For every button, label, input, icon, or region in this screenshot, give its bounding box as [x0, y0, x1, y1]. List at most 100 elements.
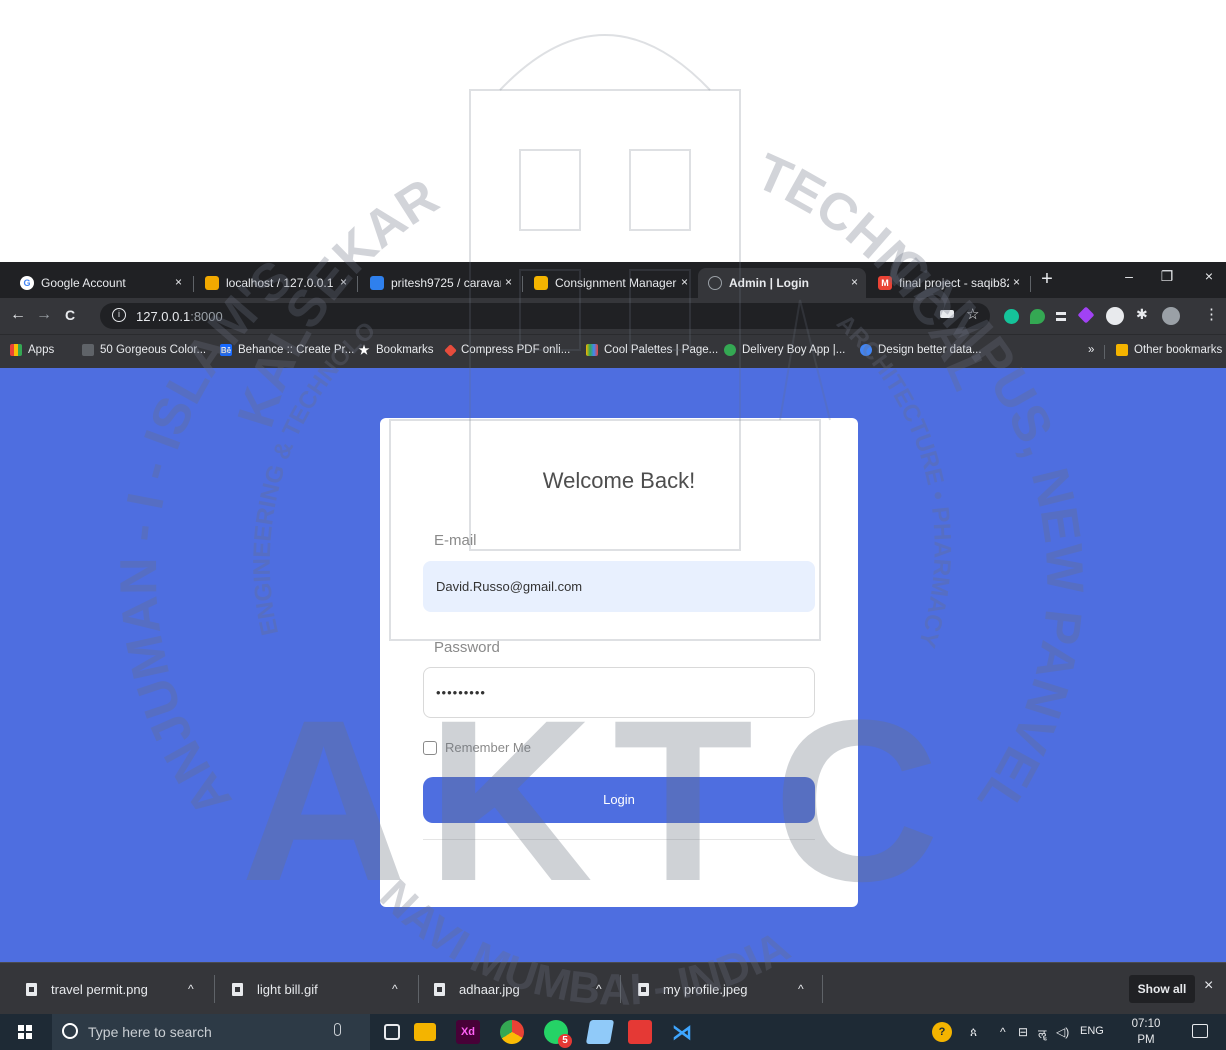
tab-gmail[interactable]: M final project - saqib829 × [868, 268, 1028, 298]
wifi-icon[interactable]: ॡ [1038, 1025, 1046, 1042]
key-icon[interactable] [940, 310, 954, 318]
login-button[interactable]: Login [423, 777, 815, 823]
volume-icon[interactable]: ◁) [1056, 1025, 1069, 1039]
tab-google-account[interactable]: G Google Account × [10, 268, 190, 298]
browser-toolbar: ← → C i 127.0.0.1:8000 ☆ ✱ ⋮ [0, 298, 1226, 334]
downloads-bar: travel permit.png ^ light bill.gif ^ adh… [0, 962, 1226, 1014]
cortana-icon [62, 1023, 78, 1039]
tab-github[interactable]: pritesh9725 / caravan- × [360, 268, 520, 298]
close-icon[interactable]: × [1204, 977, 1213, 995]
file-icon [232, 982, 243, 996]
email-label: E-mail [434, 532, 477, 549]
remember-checkbox[interactable] [423, 740, 437, 755]
avatar[interactable] [1162, 307, 1180, 325]
bookmark-item[interactable]: Delivery Boy App |... [724, 344, 845, 356]
tab-separator [522, 276, 523, 292]
download-item[interactable]: adhaar.jpg ^ [434, 963, 624, 1015]
colorzilla-icon[interactable] [1077, 306, 1095, 324]
login-title: Welcome Back! [542, 468, 696, 493]
clock[interactable]: 07:10 PM 20-09-2020 [1124, 1016, 1168, 1050]
file-icon [26, 982, 37, 996]
microphone-icon[interactable] [334, 1023, 341, 1036]
chevron-up-icon[interactable]: ^ [188, 982, 194, 996]
vscode-icon[interactable]: ⋊ [670, 1020, 694, 1044]
download-item[interactable]: light bill.gif ^ [232, 963, 422, 1015]
star-icon[interactable]: ☆ [966, 305, 981, 323]
action-center-icon[interactable] [1192, 1024, 1208, 1038]
email-field[interactable]: David.Russo@gmail.com [423, 561, 815, 612]
close-icon[interactable]: × [175, 275, 182, 289]
forward-button[interactable]: → [34, 306, 54, 324]
tab-label: pritesh9725 / caravan- [391, 276, 501, 290]
reload-button[interactable]: C [60, 307, 80, 323]
tab-label: Admin | Login [729, 276, 810, 290]
page-viewport: Welcome Back! E-mail David.Russo@gmail.c… [0, 368, 1226, 962]
bookmark-item[interactable]: Cool Palettes | Page... [586, 344, 718, 356]
close-icon[interactable]: × [505, 275, 512, 289]
gmail-icon: M [878, 276, 892, 290]
tab-admin-login[interactable]: Admin | Login × [698, 268, 866, 298]
download-separator [214, 975, 215, 1003]
login-card: Welcome Back! E-mail David.Russo@gmail.c… [380, 418, 858, 907]
tab-separator [1030, 276, 1031, 292]
tab-label: localhost / 127.0.0.1 / l [226, 276, 336, 290]
close-icon[interactable]: × [681, 275, 688, 289]
list-extension-icon[interactable] [1056, 312, 1066, 321]
language-indicator[interactable]: ENG [1080, 1025, 1104, 1037]
taskbar-search[interactable]: Type here to search [52, 1014, 370, 1050]
star-icon: ★ [358, 343, 370, 357]
pin-extension-icon[interactable] [1030, 309, 1045, 324]
close-icon[interactable]: × [851, 275, 858, 289]
puzzle-icon[interactable]: ✱ [1136, 306, 1151, 322]
download-item[interactable]: travel permit.png ^ [26, 963, 216, 1015]
back-button[interactable]: ← [8, 306, 28, 324]
file-icon [638, 982, 649, 996]
bookmark-item[interactable]: 50 Gorgeous Color... [82, 344, 206, 356]
close-icon[interactable]: × [1013, 275, 1020, 289]
bookmark-item[interactable]: Bē Behance :: Create Pr... [220, 344, 354, 356]
grammarly-icon[interactable] [1004, 309, 1019, 324]
help-icon[interactable]: ? [932, 1022, 952, 1042]
file-icon [434, 982, 445, 996]
close-icon[interactable]: × [340, 275, 347, 289]
whatsapp-icon[interactable]: 5 [544, 1020, 572, 1048]
tab-separator [193, 276, 194, 292]
network-icon[interactable]: ⊟ [1018, 1025, 1028, 1039]
bookmark-item[interactable]: Design better data... [860, 344, 982, 356]
download-separator [822, 975, 823, 1003]
chevron-up-icon[interactable]: ^ [798, 982, 804, 996]
adobe-xd-icon[interactable]: Xd [456, 1020, 480, 1044]
restore-button[interactable]: ❐ [1152, 268, 1182, 285]
chevron-up-icon[interactable]: ^ [392, 982, 398, 996]
new-tab-button[interactable]: + [1034, 268, 1060, 291]
bookmark-item[interactable]: ★ Bookmarks [358, 343, 434, 357]
task-view-icon[interactable] [384, 1024, 400, 1040]
password-field[interactable]: ••••••••• [423, 667, 815, 718]
people-icon[interactable]: ጰ [970, 1025, 977, 1040]
design-icon [860, 344, 872, 356]
window-close-button[interactable]: × [1194, 268, 1224, 284]
bookmark-item[interactable]: Compress PDF onli... [444, 343, 570, 357]
notepad-icon[interactable] [585, 1020, 615, 1044]
bookmark-separator [1104, 345, 1105, 359]
f-extension-icon[interactable] [1106, 307, 1124, 325]
download-item[interactable]: my profile.jpeg ^ [638, 963, 828, 1015]
menu-icon[interactable]: ⋮ [1204, 305, 1219, 323]
anydesk-icon[interactable] [628, 1020, 652, 1044]
show-all-button[interactable]: Show all [1129, 975, 1195, 1003]
info-icon[interactable]: i [112, 308, 126, 322]
tab-consignment-manager[interactable]: Consignment Manager × [524, 268, 696, 298]
remember-me[interactable]: Remember Me [423, 740, 531, 755]
minimize-button[interactable]: – [1114, 268, 1144, 284]
address-bar[interactable]: i 127.0.0.1:8000 [100, 303, 990, 329]
chevron-up-icon[interactable]: ^ [596, 982, 602, 996]
chrome-icon[interactable] [500, 1020, 524, 1044]
bookmark-apps[interactable]: Apps [10, 344, 54, 356]
bookmark-other[interactable]: Other bookmarks [1116, 344, 1222, 356]
bookmarks-bar: Apps 50 Gorgeous Color... Bē Behance :: … [0, 334, 1226, 368]
windows-start-button[interactable] [18, 1025, 32, 1039]
bookmarks-overflow-button[interactable]: » [1088, 344, 1094, 356]
chevron-up-icon[interactable]: ^ [1000, 1025, 1006, 1039]
tab-phpmyadmin[interactable]: localhost / 127.0.0.1 / l × [195, 268, 355, 298]
file-explorer-icon[interactable] [414, 1023, 436, 1041]
